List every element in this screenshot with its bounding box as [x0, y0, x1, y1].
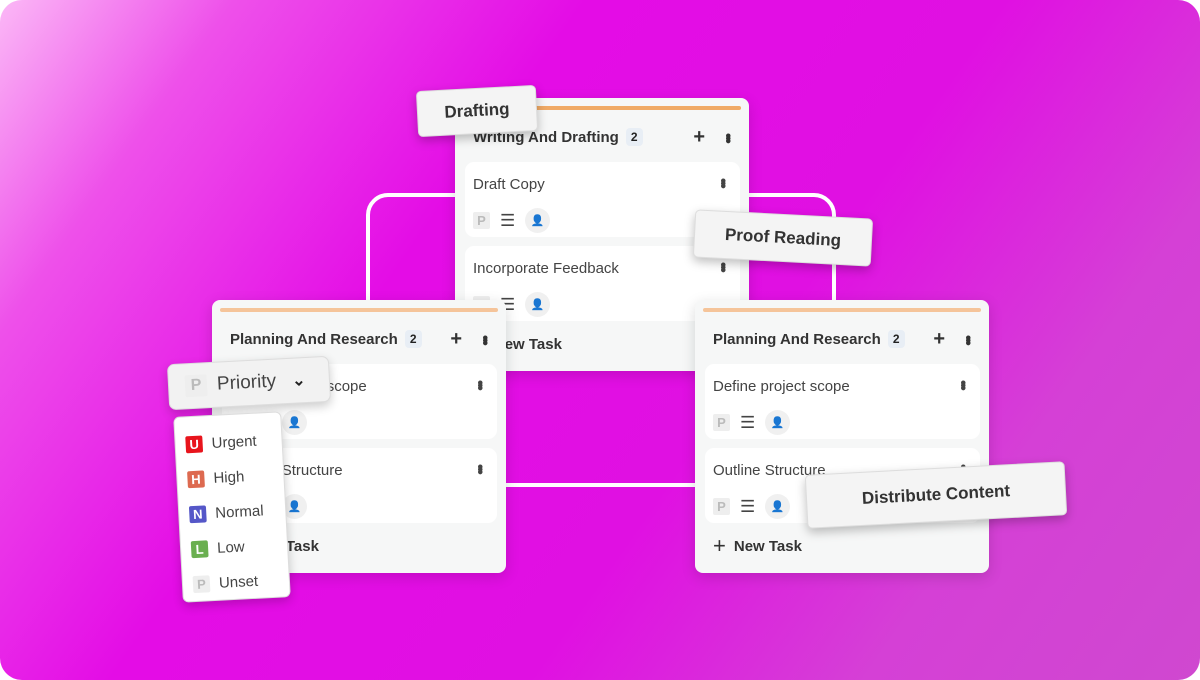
assign-user-icon[interactable]: 👤 [525, 292, 551, 317]
new-task-label: New Task [733, 537, 802, 555]
tag-drafting: Drafting [415, 84, 539, 138]
subtasks-icon[interactable]: ☰ [740, 497, 755, 517]
add-task-icon[interactable]: + [693, 126, 705, 149]
priority-menu: U Urgent H High N Normal L Low P Unset [173, 411, 291, 603]
column-more-icon[interactable]: ••• [476, 335, 493, 343]
task-title: Incorporate Feedback [473, 260, 619, 277]
task-count-badge: 2 [404, 330, 422, 348]
column-color-bar [220, 308, 498, 312]
plus-icon: + [713, 533, 726, 558]
priority-option[interactable]: P Unset [192, 562, 290, 602]
assign-user-icon[interactable]: 👤 [282, 410, 308, 435]
column-color-bar [703, 308, 981, 312]
priority-label: Priority [216, 370, 277, 395]
tag-proof-reading: Proof Reading [692, 209, 874, 267]
column-title: Planning And Research [230, 330, 398, 348]
priority-letter-icon: P [192, 575, 211, 594]
new-task-button[interactable]: + New Task [713, 533, 802, 559]
priority-icon[interactable]: P [713, 498, 730, 515]
task-more-icon[interactable]: ••• [471, 464, 488, 472]
priority-option-label: Low [216, 538, 246, 557]
task-count-badge: 2 [625, 128, 643, 146]
add-task-icon[interactable]: + [450, 328, 462, 351]
task-card[interactable]: Define project scope ••• P ☰ 👤 [705, 364, 980, 439]
priority-letter-icon: U [185, 435, 204, 454]
task-more-icon[interactable]: ••• [714, 178, 731, 186]
add-task-icon[interactable]: + [933, 328, 945, 351]
chevron-down-icon: ⌄ [291, 372, 306, 390]
priority-icon[interactable]: P [713, 414, 730, 431]
column-title: Planning And Research [713, 330, 881, 348]
priority-letter-icon: H [187, 470, 205, 489]
assign-user-icon[interactable]: 👤 [765, 494, 791, 519]
task-more-icon[interactable]: ••• [954, 380, 971, 388]
task-more-icon[interactable]: ••• [714, 262, 731, 270]
priority-dropdown-button[interactable]: P Priority ⌄ [166, 355, 332, 411]
task-count-badge: 2 [887, 330, 905, 348]
column-panel: Planning And Research 2 + ••• Define proj… [695, 300, 989, 573]
priority-option[interactable]: H High [187, 457, 285, 497]
priority-icon[interactable]: P [473, 212, 490, 229]
priority-option-label: Unset [218, 572, 259, 592]
priority-option-label: Normal [214, 502, 265, 522]
assign-user-icon[interactable]: 👤 [765, 410, 791, 435]
column-more-icon[interactable]: ••• [719, 133, 736, 141]
subtasks-icon[interactable]: ☰ [740, 413, 755, 433]
priority-icon: P [184, 374, 208, 398]
task-title: Draft Copy [473, 176, 545, 193]
priority-letter-icon: N [188, 505, 207, 524]
task-title: Define project scope [713, 378, 850, 395]
priority-option-label: Urgent [211, 432, 258, 452]
priority-letter-icon: L [190, 540, 209, 559]
priority-option[interactable]: L Low [190, 527, 288, 567]
priority-option-label: High [213, 468, 245, 487]
priority-option[interactable]: U Urgent [185, 422, 283, 462]
column-more-icon[interactable]: ••• [959, 335, 976, 343]
assign-user-icon[interactable]: 👤 [525, 208, 551, 233]
subtasks-icon[interactable]: ☰ [500, 211, 515, 231]
task-more-icon[interactable]: ••• [471, 380, 488, 388]
priority-option[interactable]: N Normal [188, 492, 286, 532]
